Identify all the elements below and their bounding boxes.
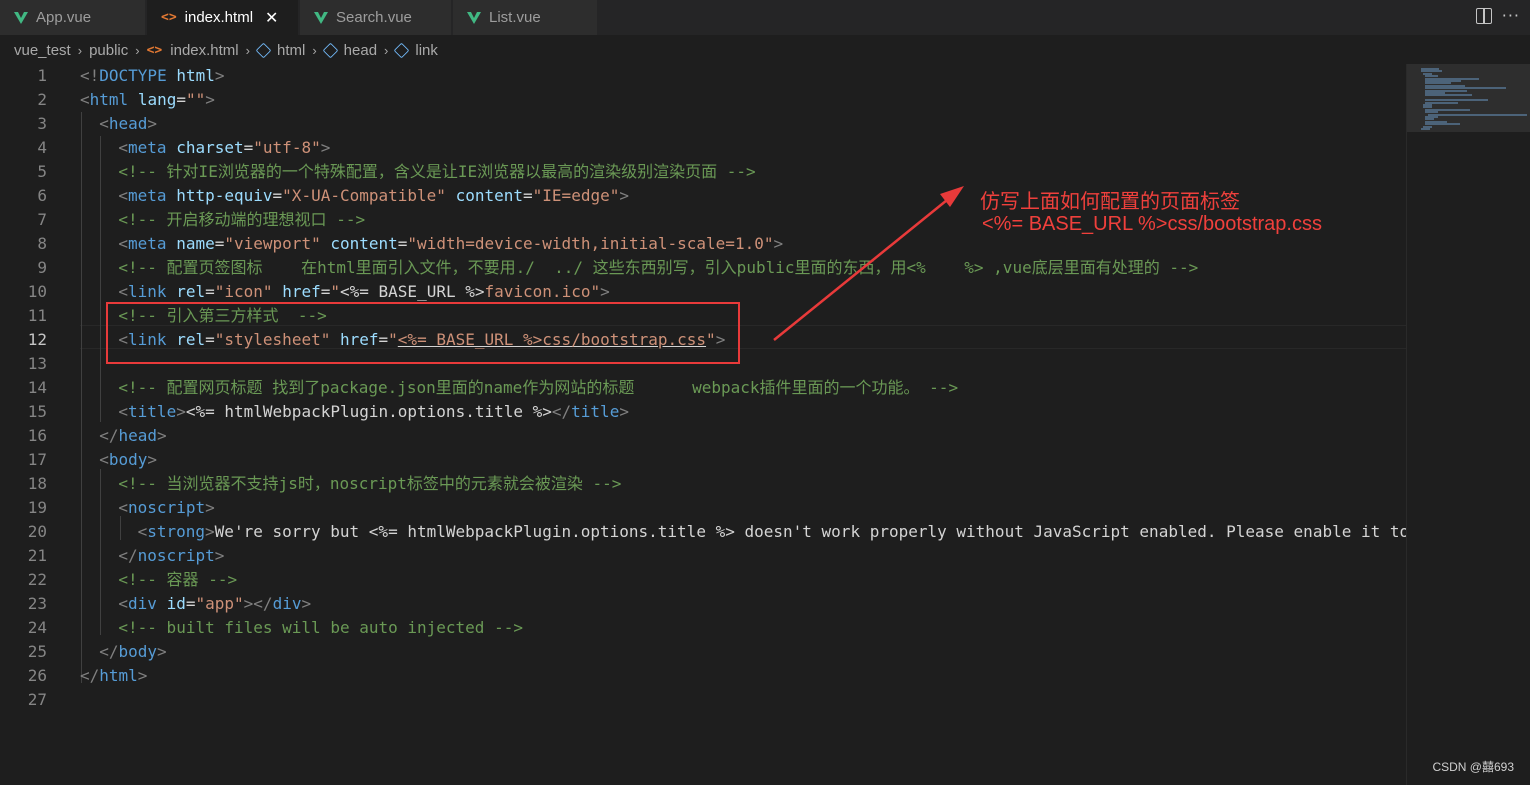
annotation-title: 仿写上面如何配置的页面标签	[980, 191, 1240, 213]
annotation-code: <%= BASE_URL %>css/bootstrap.css	[982, 213, 1322, 235]
annotation-arrow	[773, 186, 964, 341]
watermark: CSDN @囍693	[1432, 760, 1514, 774]
